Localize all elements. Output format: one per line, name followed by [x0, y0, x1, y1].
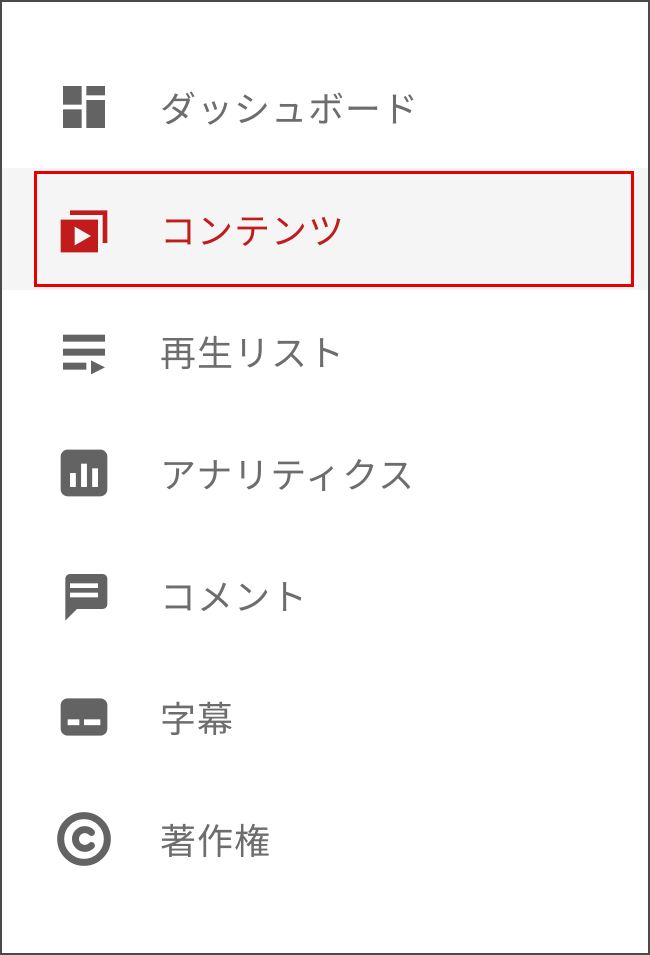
- sidebar-item-label: 再生リスト: [160, 325, 345, 377]
- sidebar-item-copyright[interactable]: 著作権: [2, 778, 648, 900]
- sidebar-item-label: アナリティクス: [160, 447, 415, 499]
- sidebar-item-dashboard[interactable]: ダッシュボード: [2, 46, 648, 168]
- sidebar-item-playlist[interactable]: 再生リスト: [2, 290, 648, 412]
- sidebar-item-label: コメント: [160, 569, 308, 621]
- analytics-icon: [56, 445, 112, 501]
- sidebar-item-label: 著作権: [160, 813, 271, 865]
- content-icon: [56, 201, 112, 257]
- sidebar-item-comments[interactable]: コメント: [2, 534, 648, 656]
- subtitles-icon: [56, 689, 112, 745]
- sidebar-nav: ダッシュボード コンテンツ 再生リスト アナリティクス: [2, 2, 648, 900]
- copyright-icon: [56, 811, 112, 867]
- sidebar-frame: ダッシュボード コンテンツ 再生リスト アナリティクス: [0, 0, 650, 955]
- sidebar-item-label: 字幕: [160, 691, 234, 743]
- sidebar-item-label: ダッシュボード: [160, 81, 419, 133]
- dashboard-icon: [56, 79, 112, 135]
- sidebar-item-content[interactable]: コンテンツ: [2, 168, 648, 290]
- sidebar-item-analytics[interactable]: アナリティクス: [2, 412, 648, 534]
- sidebar-item-subtitles[interactable]: 字幕: [2, 656, 648, 778]
- comments-icon: [56, 567, 112, 623]
- sidebar-item-label: コンテンツ: [160, 203, 345, 255]
- playlist-icon: [56, 323, 112, 379]
